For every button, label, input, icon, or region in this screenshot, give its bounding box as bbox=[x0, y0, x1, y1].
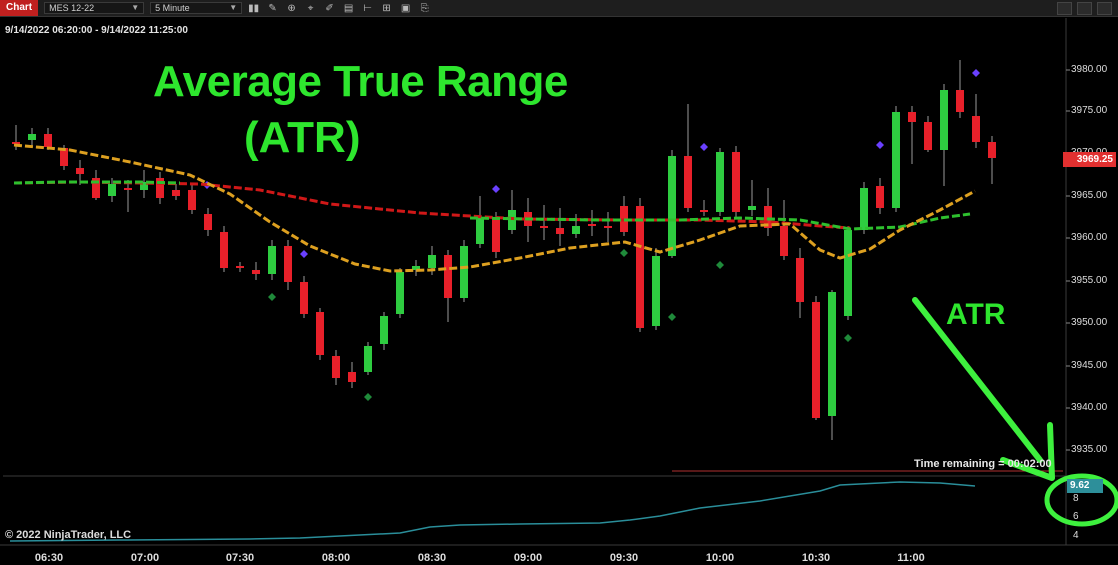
candle-body bbox=[76, 168, 84, 174]
candle-body bbox=[28, 134, 36, 140]
price-tick-label: 3940.00 bbox=[1071, 402, 1108, 413]
chart-title-line1: Average True Range bbox=[153, 57, 568, 106]
price-tick-label: 3945.00 bbox=[1071, 360, 1108, 371]
candle-body bbox=[716, 152, 724, 212]
indicator-tick-label: 6 bbox=[1073, 511, 1079, 522]
current-atr-badge: 9.62 bbox=[1067, 479, 1103, 493]
time-tick-label: 06:30 bbox=[34, 552, 64, 564]
candle-body bbox=[572, 226, 580, 234]
time-tick-label: 08:30 bbox=[417, 552, 447, 564]
time-tick-label: 08:00 bbox=[321, 552, 351, 564]
time-tick-label: 09:00 bbox=[513, 552, 543, 564]
price-tick-label: 3965.00 bbox=[1071, 190, 1108, 201]
candle-body bbox=[348, 372, 356, 382]
candle-body bbox=[812, 302, 820, 418]
price-tick-label: 3980.00 bbox=[1071, 64, 1108, 75]
price-tick-label: 3955.00 bbox=[1071, 275, 1108, 286]
signal-diamond bbox=[972, 69, 980, 77]
candle-body bbox=[172, 190, 180, 196]
signal-diamond bbox=[492, 185, 500, 193]
candle-body bbox=[476, 218, 484, 244]
candle-body bbox=[988, 142, 996, 158]
candle-body bbox=[892, 112, 900, 208]
candle-body bbox=[204, 214, 212, 230]
candle-body bbox=[108, 184, 116, 196]
candle-body bbox=[332, 356, 340, 378]
price-tick-label: 3960.00 bbox=[1071, 232, 1108, 243]
candle-body bbox=[652, 256, 660, 326]
candle-body bbox=[236, 266, 244, 268]
candle-body bbox=[268, 246, 276, 274]
time-tick-label: 09:30 bbox=[609, 552, 639, 564]
candle-body bbox=[700, 210, 708, 212]
candle-body bbox=[540, 226, 548, 228]
signal-diamond bbox=[668, 313, 676, 321]
candle-body bbox=[780, 226, 788, 256]
candle-body bbox=[908, 112, 916, 122]
annotation-arrow-head bbox=[1000, 422, 1055, 481]
time-tick-label: 07:30 bbox=[225, 552, 255, 564]
candle-body bbox=[252, 270, 260, 274]
time-tick-label: 07:00 bbox=[130, 552, 160, 564]
candle-body bbox=[748, 206, 756, 210]
candle-body bbox=[924, 122, 932, 150]
time-remaining: Time remaining = 00:02:00 bbox=[914, 458, 1052, 470]
candle-body bbox=[492, 218, 500, 252]
candle-body bbox=[380, 316, 388, 344]
atr-annotation-label: ATR bbox=[946, 298, 1006, 331]
candle-body bbox=[876, 186, 884, 208]
candle-body bbox=[844, 230, 852, 316]
atr-line bbox=[9, 481, 976, 542]
signal-diamond bbox=[620, 249, 628, 257]
candle-body bbox=[556, 228, 564, 234]
signal-diamond bbox=[844, 334, 852, 342]
candle-body bbox=[972, 116, 980, 142]
candle-body bbox=[220, 232, 228, 268]
current-price-badge: 3969.25 bbox=[1063, 152, 1116, 167]
candle-body bbox=[860, 188, 868, 230]
candle-body bbox=[188, 190, 196, 210]
signal-diamond bbox=[700, 143, 708, 151]
candle-body bbox=[588, 224, 596, 226]
candlestick-series bbox=[12, 60, 996, 440]
chart-title-line2: (ATR) bbox=[244, 113, 361, 162]
chart-date-range: 9/14/2022 06:20:00 - 9/14/2022 11:25:00 bbox=[5, 25, 188, 36]
copyright-text: © 2022 NinjaTrader, LLC bbox=[5, 529, 132, 541]
candle-body bbox=[44, 134, 52, 147]
candle-body bbox=[796, 258, 804, 302]
time-tick-label: 10:00 bbox=[705, 552, 735, 564]
signal-diamond bbox=[300, 250, 308, 258]
candle-body bbox=[444, 255, 452, 298]
ma-red-line bbox=[13, 180, 851, 230]
candle-body bbox=[300, 282, 308, 314]
candle-body bbox=[316, 312, 324, 355]
candle-body bbox=[460, 246, 468, 298]
candle-body bbox=[364, 346, 372, 372]
price-tick-label: 3935.00 bbox=[1071, 444, 1108, 455]
candle-body bbox=[124, 188, 132, 190]
signal-diamond bbox=[876, 141, 884, 149]
candle-body bbox=[940, 90, 948, 150]
signal-diamond bbox=[268, 293, 276, 301]
signal-diamond bbox=[364, 393, 372, 401]
candle-body bbox=[604, 226, 612, 228]
candle-body bbox=[428, 255, 436, 268]
time-tick-label: 11:00 bbox=[897, 552, 925, 564]
candle-body bbox=[284, 246, 292, 282]
candle-body bbox=[396, 272, 404, 314]
price-tick-label: 3950.00 bbox=[1071, 317, 1108, 328]
candle-body bbox=[636, 206, 644, 328]
candle-body bbox=[828, 292, 836, 416]
ma-orange-line bbox=[13, 143, 976, 273]
candle-body bbox=[732, 152, 740, 212]
signal-diamond bbox=[716, 261, 724, 269]
time-tick-label: 10:30 bbox=[801, 552, 831, 564]
indicator-tick-label: 4 bbox=[1073, 530, 1079, 541]
indicator-tick-label: 8 bbox=[1073, 493, 1079, 504]
candle-body bbox=[956, 90, 964, 112]
price-tick-label: 3975.00 bbox=[1071, 105, 1108, 116]
candle-body bbox=[684, 156, 692, 208]
candle-body bbox=[668, 156, 676, 256]
